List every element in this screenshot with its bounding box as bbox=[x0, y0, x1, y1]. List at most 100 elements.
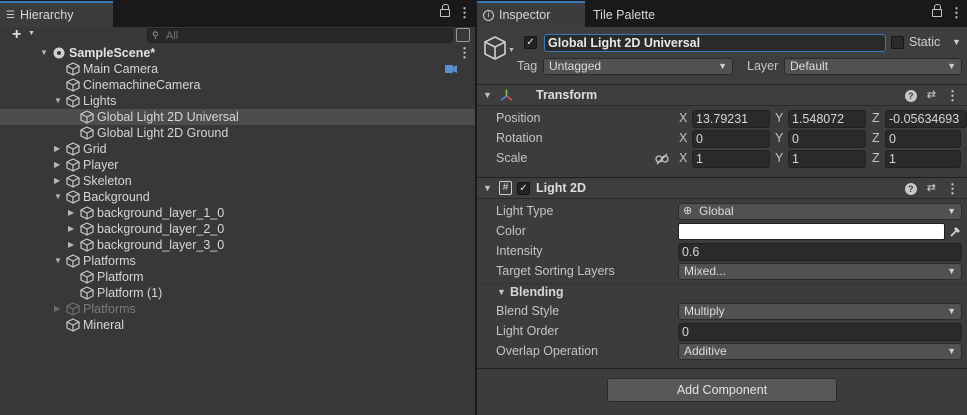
link-icon[interactable] bbox=[655, 153, 669, 165]
axis-x-label: X bbox=[679, 111, 688, 125]
tag-dropdown[interactable]: Untagged ▼ bbox=[543, 58, 733, 75]
collapse-arrow-icon[interactable]: ▶ bbox=[54, 157, 60, 173]
unity-scene-icon bbox=[53, 47, 65, 59]
axis-y-label: Y bbox=[775, 111, 784, 125]
tab-tile-palette[interactable]: Tile Palette bbox=[587, 1, 677, 27]
chevron-down-icon: ▼ bbox=[718, 61, 727, 71]
static-label: Static bbox=[909, 35, 941, 49]
list-item-label: Grid bbox=[83, 142, 107, 156]
help-icon[interactable]: ? bbox=[904, 183, 917, 195]
blending-foldout[interactable]: ▼ Blending bbox=[477, 283, 967, 303]
expand-arrow-icon[interactable]: ▼ bbox=[40, 45, 48, 61]
layer-dropdown[interactable]: Default ▼ bbox=[784, 58, 962, 75]
expand-arrow-icon[interactable]: ▼ bbox=[54, 189, 62, 205]
hierarchy-tree: ▼ SampleScene* ⋮ Main Camera Cinemachine… bbox=[0, 45, 475, 415]
gameobject-icon bbox=[80, 222, 94, 236]
tag-value: Untagged bbox=[549, 59, 602, 73]
expand-arrow-icon[interactable]: ▼ bbox=[54, 93, 62, 109]
lock-icon[interactable] bbox=[932, 4, 942, 17]
list-item[interactable]: CinemachineCamera bbox=[0, 77, 475, 93]
overlap-dropdown[interactable]: Additive ▼ bbox=[678, 343, 962, 360]
list-item[interactable]: Main Camera bbox=[0, 61, 475, 77]
scale-x-field[interactable]: 1 bbox=[692, 150, 770, 168]
list-item[interactable]: ▶ Player bbox=[0, 157, 475, 173]
chevron-down-icon[interactable]: ▼ bbox=[508, 47, 515, 54]
collapse-arrow-icon[interactable]: ▶ bbox=[68, 237, 74, 253]
add-object-button[interactable]: + bbox=[12, 26, 21, 44]
scene-row[interactable]: ▼ SampleScene* ⋮ bbox=[0, 45, 475, 61]
scale-z-field[interactable]: 1 bbox=[885, 150, 961, 168]
light2d-enabled-checkbox[interactable]: ✓ bbox=[517, 182, 530, 195]
rotation-z-field[interactable]: 0 bbox=[885, 130, 961, 148]
chevron-down-icon[interactable]: ▼ bbox=[28, 30, 35, 37]
light-type-dropdown[interactable]: ⊕ Global ▼ bbox=[678, 203, 962, 220]
layer-value: Default bbox=[790, 59, 829, 73]
search-options-icon[interactable] bbox=[456, 28, 470, 42]
expand-arrow-icon[interactable]: ▼ bbox=[483, 90, 492, 100]
preset-icon[interactable]: ⇄ bbox=[927, 181, 936, 197]
rotation-y-field[interactable]: 0 bbox=[788, 130, 866, 148]
list-item[interactable]: ▶ Grid bbox=[0, 141, 475, 157]
expand-arrow-icon[interactable]: ▼ bbox=[483, 183, 492, 193]
list-item[interactable]: Platform (1) bbox=[0, 285, 475, 301]
expand-arrow-icon[interactable]: ▼ bbox=[497, 287, 506, 297]
list-item[interactable]: Global Light 2D Ground bbox=[0, 125, 475, 141]
blend-style-dropdown[interactable]: Multiply ▼ bbox=[678, 303, 962, 320]
list-item[interactable]: Platform bbox=[0, 269, 475, 285]
help-icon[interactable]: ? bbox=[904, 90, 917, 102]
rotation-x-field[interactable]: 0 bbox=[692, 130, 770, 148]
list-icon: ☰ bbox=[6, 9, 15, 21]
tab-hierarchy[interactable]: ☰ Hierarchy bbox=[0, 1, 113, 27]
collapse-arrow-icon[interactable]: ▶ bbox=[54, 301, 60, 317]
add-component-button[interactable]: Add Component bbox=[607, 378, 837, 402]
list-item[interactable]: ▶ Skeleton bbox=[0, 173, 475, 189]
light2d-header[interactable]: ▼ # ✓ Light 2D ? ⇄ ⋮ bbox=[477, 177, 967, 199]
more-options-icon[interactable]: ⋮ bbox=[946, 181, 959, 197]
preset-icon[interactable]: ⇄ bbox=[927, 88, 936, 104]
gameobject-icon bbox=[66, 318, 80, 332]
list-item[interactable]: Mineral bbox=[0, 317, 475, 333]
list-item[interactable]: ▼ Platforms bbox=[0, 253, 475, 269]
expand-arrow-icon[interactable]: ▼ bbox=[54, 253, 62, 269]
tab-inspector[interactable]: i Inspector bbox=[477, 1, 585, 27]
list-item[interactable]: ▶ background_layer_1_0 bbox=[0, 205, 475, 221]
list-item-label: background_layer_2_0 bbox=[97, 222, 225, 236]
collapse-arrow-icon[interactable]: ▶ bbox=[68, 221, 74, 237]
collapse-arrow-icon[interactable]: ▶ bbox=[54, 141, 60, 157]
static-checkbox[interactable] bbox=[891, 36, 904, 49]
scale-y-field[interactable]: 1 bbox=[788, 150, 866, 168]
list-item-selected[interactable]: Global Light 2D Universal bbox=[0, 109, 475, 125]
light-order-field[interactable]: 0 bbox=[678, 323, 962, 341]
color-swatch[interactable] bbox=[678, 223, 945, 240]
more-options-icon[interactable]: ⋮ bbox=[950, 5, 963, 21]
hierarchy-panel: ☰ Hierarchy ⋮ + ▼ ⚲ ▼ SampleScene* ⋮ bbox=[0, 0, 475, 415]
blend-style-value: Multiply bbox=[684, 304, 725, 318]
list-item[interactable]: ▶ background_layer_2_0 bbox=[0, 221, 475, 237]
list-item-disabled[interactable]: ▶ Platforms bbox=[0, 301, 475, 317]
sorting-layers-dropdown[interactable]: Mixed... ▼ bbox=[678, 263, 962, 280]
more-options-icon[interactable]: ⋮ bbox=[946, 88, 959, 104]
eyedropper-icon[interactable] bbox=[948, 225, 962, 239]
collapse-arrow-icon[interactable]: ▶ bbox=[68, 205, 74, 221]
position-x-field[interactable]: 13.79231 bbox=[692, 110, 770, 128]
transform-header[interactable]: ▼ Transform ? ⇄ ⋮ bbox=[477, 84, 967, 106]
list-item[interactable]: ▶ background_layer_3_0 bbox=[0, 237, 475, 253]
active-checkbox[interactable]: ✓ bbox=[524, 36, 537, 49]
chevron-down-icon[interactable]: ▼ bbox=[952, 37, 961, 47]
list-item-label: Mineral bbox=[83, 318, 124, 332]
more-options-icon[interactable]: ⋮ bbox=[458, 5, 471, 21]
position-z-field[interactable]: -0.05634693 bbox=[885, 110, 967, 128]
gameobject-icon bbox=[66, 62, 80, 76]
lock-icon[interactable] bbox=[440, 4, 450, 17]
intensity-label: Intensity bbox=[496, 244, 543, 258]
hierarchy-search[interactable]: ⚲ bbox=[147, 28, 453, 43]
list-item[interactable]: ▼ Background bbox=[0, 189, 475, 205]
scene-options-icon[interactable]: ⋮ bbox=[458, 45, 471, 61]
search-input[interactable] bbox=[166, 29, 446, 42]
collapse-arrow-icon[interactable]: ▶ bbox=[54, 173, 60, 189]
object-name-field[interactable]: Global Light 2D Universal bbox=[544, 34, 886, 52]
list-item[interactable]: ▼ Lights bbox=[0, 93, 475, 109]
gameobject-icon bbox=[66, 94, 80, 108]
intensity-field[interactable]: 0.6 bbox=[678, 243, 962, 261]
position-y-field[interactable]: 1.548072 bbox=[788, 110, 866, 128]
